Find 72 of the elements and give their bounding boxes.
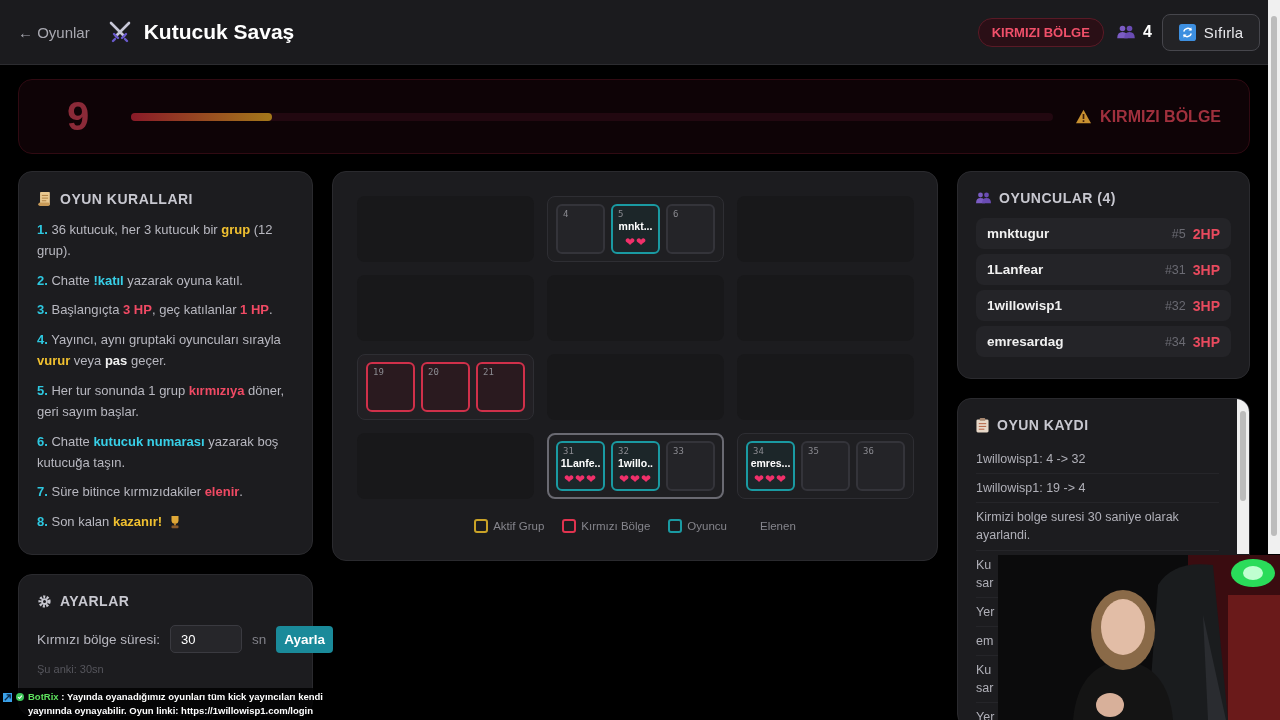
board-cell[interactable]: 34 emres... ❤❤❤ [746, 441, 795, 491]
rule-text: 8. Son kalan kazanır! [37, 512, 163, 531]
current-value-text: Şu anki: 30sn [37, 663, 105, 676]
apply-button[interactable]: Ayarla [276, 625, 334, 653]
legend-label: Elenen [760, 520, 796, 532]
crossed-swords-icon [107, 20, 132, 44]
verified-icon [16, 693, 24, 701]
player-name: 1willowisp1 [987, 298, 1064, 313]
player-slot: #31 [1164, 262, 1186, 277]
rule-text: 2. Chatte !katıl yazarak oyuna katıl. [37, 271, 243, 290]
log-title: OYUN KAYDI [997, 417, 1089, 433]
log-entry: Kirmizi bolge suresi 30 saniye olarak ayarlandi. [976, 503, 1219, 551]
rule-text: 1. 36 kutucuk, her 3 kutucuk bir grup (12 grup). [37, 221, 274, 261]
log-scrollbar[interactable] [1237, 399, 1249, 554]
duration-label: Kırmızı bölge süresi: [37, 631, 161, 647]
reset-button[interactable]: Sıfırla [1161, 13, 1260, 51]
board-cell[interactable]: 33 [666, 441, 715, 491]
rule-text: 3. Başlangıçta 3 HP, geç katılanlar 1 HP. [37, 301, 273, 320]
board-cell[interactable]: 36 [856, 441, 905, 491]
player-row[interactable]: 1willowisp1 #32 3HP [976, 290, 1231, 321]
rule-text: 5. Her tur sonunda 1 grup kırmızıya döner, geri sayım başlar. [37, 381, 286, 422]
zone-badge: KIRMIZI BÖLGE [977, 17, 1104, 47]
unit-label: sn [252, 631, 267, 647]
board-cell[interactable]: 4 [556, 204, 605, 254]
clipboard-icon [976, 417, 989, 433]
player-slot: #5 [1171, 226, 1186, 241]
player-hp: 3HP [1192, 297, 1220, 314]
log-entry: 1willowisp1: 4 -> 32 [976, 445, 1219, 475]
people-icon [1116, 25, 1135, 39]
log-entry: 1willowisp1: 19 -> 4 [976, 474, 1219, 504]
board-cell[interactable]: 35 [801, 441, 850, 491]
player-hp: 2HP [1192, 225, 1220, 242]
player-slot: #32 [1164, 298, 1186, 313]
app-title: Kutucuk Savaş [143, 20, 295, 44]
board-cell[interactable]: 32 1willo.. ❤❤❤ [611, 441, 660, 491]
rules-title: OYUN KURALLARI [60, 191, 193, 207]
duration-input[interactable]: 30 [170, 625, 243, 654]
zone-warning-label: KIRMIZI BÖLGE [1100, 107, 1221, 126]
player-row[interactable]: emresardag #34 3HP [976, 326, 1231, 357]
board-cell[interactable]: 21 [476, 362, 525, 412]
back-link[interactable]: ← Oyunlar [18, 23, 90, 41]
rule-text: 7. Süre bitince kırmızıdakiler elenir. [37, 483, 243, 502]
legend-label: Kırmızı Bölge [581, 520, 651, 532]
board-cell[interactable]: 5 mnkt... ❤❤ [611, 204, 660, 254]
player-row[interactable]: 1Lanfear #31 3HP [976, 254, 1231, 285]
rule-text: 4. Yayıncı, aynı gruptaki oyuncuları sırayla vurur veya pas geçer. [37, 330, 282, 371]
board-cell[interactable]: 20 [421, 362, 470, 412]
board-cell[interactable]: 6 [666, 204, 715, 254]
page-scrollbar[interactable] [1268, 0, 1280, 554]
player-name: emresardag [987, 334, 1065, 349]
player-slot: #34 [1164, 334, 1186, 349]
scroll-icon [37, 191, 52, 207]
players-title: OYUNCULAR (4) [999, 190, 1116, 206]
player-hp: 3HP [1192, 261, 1220, 278]
refresh-icon [1178, 23, 1196, 41]
player-name: mnktugur [987, 226, 1051, 241]
settings-title: AYARLAR [60, 593, 130, 610]
player-row[interactable]: mnktugur #5 2HP [976, 218, 1231, 249]
player-count: 4 [1142, 23, 1152, 41]
rule-text: 6. Chatte kutucuk numarası yazarak boş kutucuğa taşın. [37, 432, 280, 472]
gear-icon [37, 593, 52, 609]
board-cell[interactable]: 19 [366, 362, 415, 412]
legend-label: Oyuncu [687, 520, 727, 532]
legend-label: Aktif Grup [493, 520, 545, 532]
board-cell[interactable]: 31 1Lanfe.. ❤❤❤ [556, 441, 605, 491]
warning-icon [1075, 109, 1093, 124]
people-icon [976, 192, 991, 204]
player-name: 1Lanfear [987, 262, 1045, 277]
chat-message: BotRix : Yayında oyanadığımız oyunları tüm kick yayıncıları kendi yayınında oynayabilir. Oyun linki: https://1willowisp1.com/login [28, 690, 324, 719]
player-hp: 3HP [1192, 333, 1220, 350]
countdown-number: 9 [67, 94, 91, 139]
bot-badge-icon [3, 693, 12, 702]
